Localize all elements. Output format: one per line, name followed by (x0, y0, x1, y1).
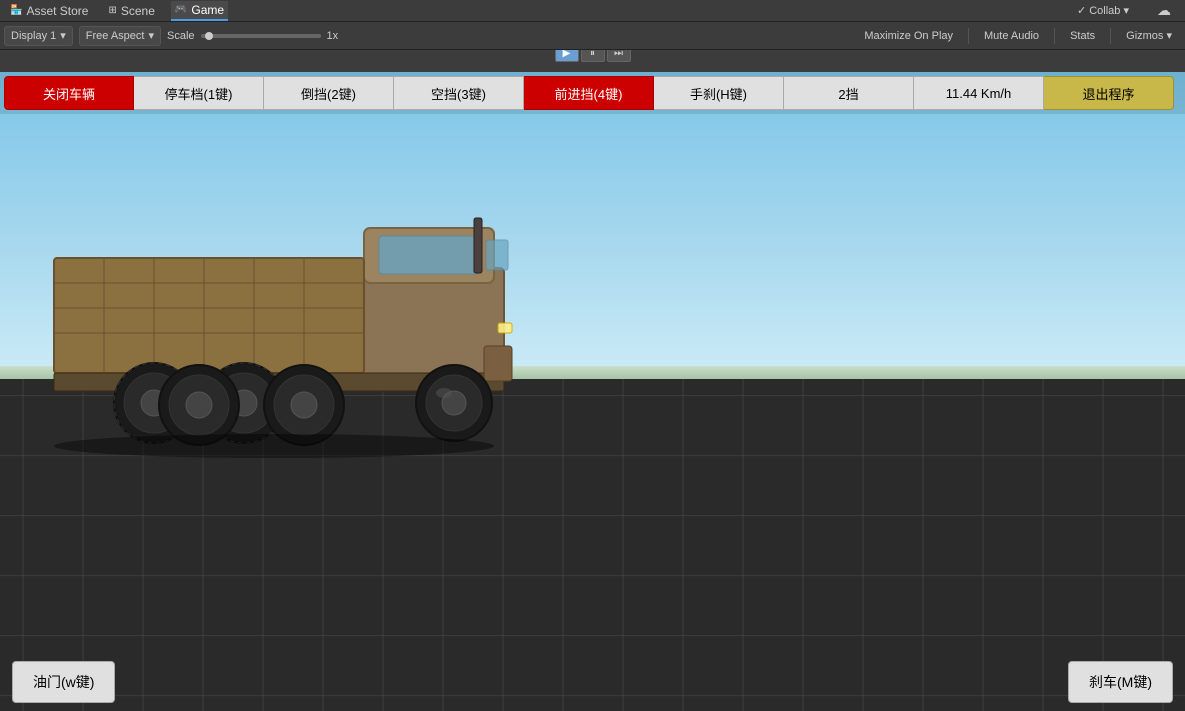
gizmos-button[interactable]: Gizmos ▾ (1117, 26, 1181, 46)
truck-svg (24, 168, 544, 468)
menu-game[interactable]: 🎮 Game (171, 1, 228, 21)
scene-icon: ⊞ (108, 5, 116, 16)
handbrake-button[interactable]: 手刹(H键) (654, 76, 784, 110)
toolbar: Display 1 ▾ Free Aspect ▾ Scale 1x Maxim… (0, 22, 1185, 50)
game-ui-buttons: 关闭车辆 停车档(1键) 倒挡(2键) 空挡(3键) 前进挡(4键) 手刹(H键… (0, 72, 1185, 114)
menu-asset-store[interactable]: 🏪 Asset Store (6, 2, 92, 20)
game-viewport: 关闭车辆 停车档(1键) 倒挡(2键) 空挡(3键) 前进挡(4键) 手刹(H键… (0, 72, 1185, 711)
neutral-button[interactable]: 空挡(3键) (394, 76, 524, 110)
collab-button[interactable]: ✓ Collab ▾ (1069, 2, 1137, 19)
menu-bar: 🏪 Asset Store ⊞ Scene 🎮 Game ✓ Collab ▾ … (0, 0, 1185, 22)
truck-container (24, 168, 544, 468)
game-area: 关闭车辆 停车档(1键) 倒挡(2键) 空挡(3键) 前进挡(4键) 手刹(H键… (0, 72, 1185, 711)
brake-button[interactable]: 刹车(M键) (1068, 661, 1173, 703)
display-selector[interactable]: Display 1 ▾ (4, 26, 73, 46)
toolbar-right: Maximize On Play Mute Audio Stats Gizmos… (855, 26, 1181, 46)
chevron-down-icon: ▾ (60, 29, 66, 42)
gear2-button[interactable]: 2挡 (784, 76, 914, 110)
aspect-selector[interactable]: Free Aspect ▾ (79, 26, 161, 46)
menu-scene[interactable]: ⊞ Scene (104, 2, 158, 20)
stats-button[interactable]: Stats (1061, 26, 1104, 46)
maximize-on-play-button[interactable]: Maximize On Play (855, 26, 962, 46)
speed-display: 11.44 Km/h (914, 76, 1044, 110)
chevron-down-icon: ▾ (148, 29, 154, 42)
exit-button[interactable]: 退出程序 (1044, 76, 1174, 110)
mute-audio-button[interactable]: Mute Audio (975, 26, 1048, 46)
throttle-button[interactable]: 油门(w键) (12, 661, 115, 703)
scale-slider[interactable] (201, 34, 321, 38)
asset-store-icon: 🏪 (10, 5, 22, 16)
game-icon: 🎮 (175, 4, 187, 15)
scale-control: Scale 1x (167, 30, 855, 42)
forward-button[interactable]: 前进挡(4键) (524, 76, 654, 110)
cloud-button[interactable]: ☁ (1149, 0, 1179, 21)
park-button[interactable]: 停车档(1键) (134, 76, 264, 110)
close-vehicle-button[interactable]: 关闭车辆 (4, 76, 134, 110)
game-ui-bottom: 油门(w键) 刹车(M键) (0, 661, 1185, 703)
reverse-button[interactable]: 倒挡(2键) (264, 76, 394, 110)
